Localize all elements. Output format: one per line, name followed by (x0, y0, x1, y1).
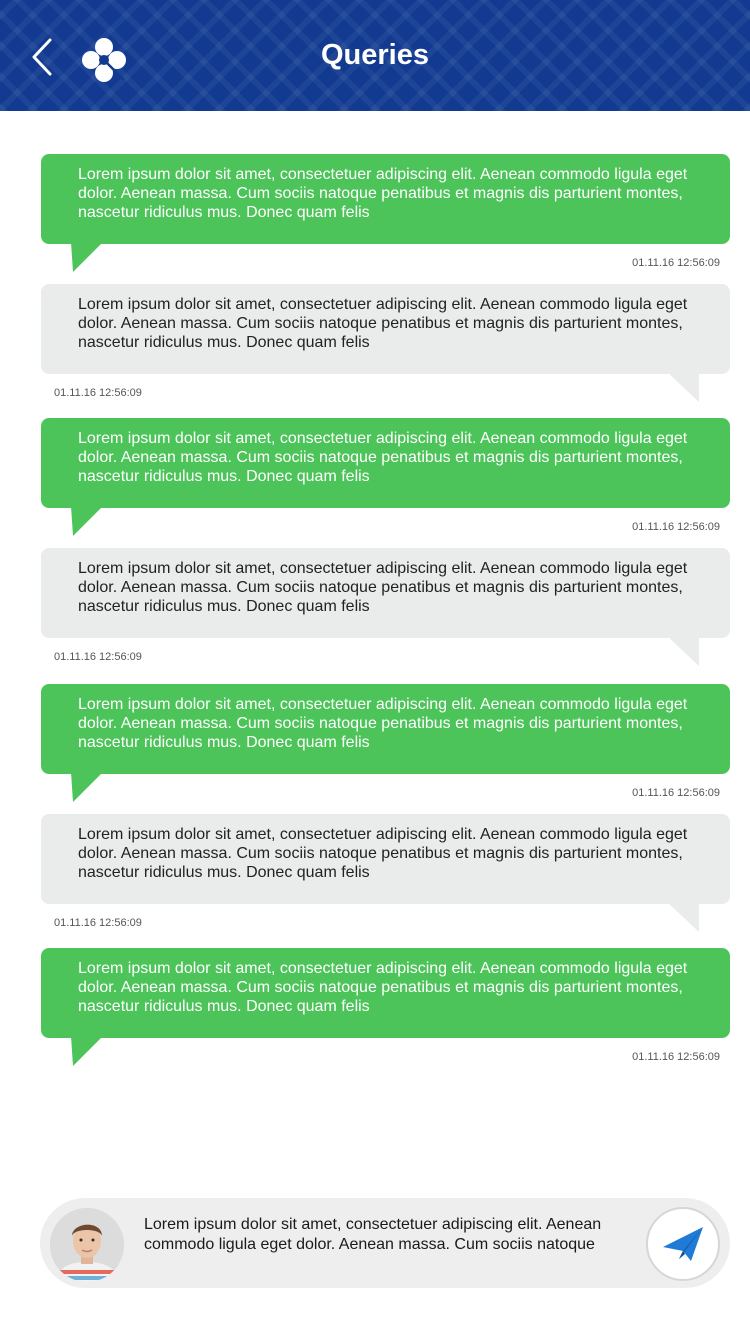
message-timestamp: 01.11.16 12:56:09 (632, 1051, 720, 1063)
bubble-tail (667, 636, 699, 666)
message-sent: Lorem ipsum dolor sit amet, consectetuer… (41, 948, 730, 1066)
message-timestamp: 01.11.16 12:56:09 (54, 651, 142, 663)
bubble-tail (667, 372, 699, 402)
avatar (50, 1208, 124, 1282)
message-bubble: Lorem ipsum dolor sit amet, consectetuer… (41, 684, 730, 774)
message-sent: Lorem ipsum dolor sit amet, consectetuer… (41, 684, 730, 802)
message-timestamp: 01.11.16 12:56:09 (632, 257, 720, 269)
message-bubble: Lorem ipsum dolor sit amet, consectetuer… (41, 418, 730, 508)
message-bubble: Lorem ipsum dolor sit amet, consectetuer… (41, 814, 730, 904)
bubble-tail (71, 772, 103, 802)
bubble-tail (667, 902, 699, 932)
paper-plane-icon (663, 1227, 703, 1261)
message-timestamp: 01.11.16 12:56:09 (632, 787, 720, 799)
bubble-tail (71, 1036, 103, 1066)
message-received: Lorem ipsum dolor sit amet, consectetuer… (41, 548, 730, 666)
message-timestamp: 01.11.16 12:56:09 (54, 387, 142, 399)
message-bubble: Lorem ipsum dolor sit amet, consectetuer… (41, 548, 730, 638)
message-bubble: Lorem ipsum dolor sit amet, consectetuer… (41, 948, 730, 1038)
bubble-tail (71, 242, 103, 272)
message-sent: Lorem ipsum dolor sit amet, consectetuer… (41, 154, 730, 272)
message-composer: Lorem ipsum dolor sit amet, consectetuer… (40, 1198, 730, 1288)
message-received: Lorem ipsum dolor sit amet, consectetuer… (41, 284, 730, 402)
message-timestamp: 01.11.16 12:56:09 (54, 917, 142, 929)
app-header: Queries (0, 0, 750, 111)
send-button[interactable] (646, 1207, 720, 1281)
bubble-tail (71, 506, 103, 536)
message-received: Lorem ipsum dolor sit amet, consectetuer… (41, 814, 730, 932)
message-bubble: Lorem ipsum dolor sit amet, consectetuer… (41, 154, 730, 244)
page-title: Queries (321, 39, 429, 71)
message-sent: Lorem ipsum dolor sit amet, consectetuer… (41, 418, 730, 536)
message-input[interactable]: Lorem ipsum dolor sit amet, consectetuer… (144, 1215, 624, 1255)
message-bubble: Lorem ipsum dolor sit amet, consectetuer… (41, 284, 730, 374)
message-timestamp: 01.11.16 12:56:09 (632, 521, 720, 533)
